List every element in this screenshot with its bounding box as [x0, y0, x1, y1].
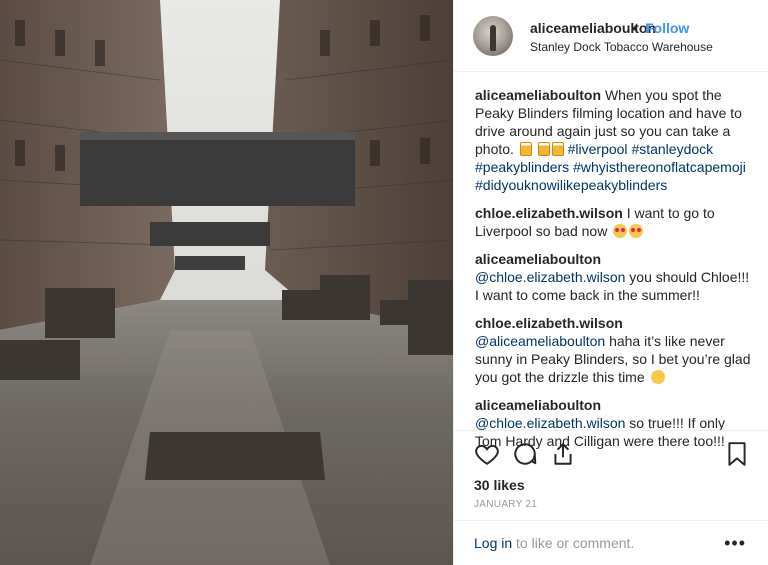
caption-username[interactable]: aliceameliaboulton	[475, 87, 601, 103]
comment-item: chloe.elizabeth.wilson I want to go to L…	[475, 204, 753, 240]
like-count[interactable]: 30 likes	[474, 477, 525, 493]
comment-username[interactable]: chloe.elizabeth.wilson	[475, 205, 623, 221]
login-prompt: Log in to like or comment.	[474, 535, 634, 551]
login-text: to like or comment.	[516, 535, 635, 551]
bookmark-icon[interactable]	[724, 441, 750, 467]
comment-item: aliceameliaboulton @chloe.elizabeth.wils…	[475, 250, 753, 304]
hashtag-link[interactable]: #peakyblinders	[475, 159, 569, 175]
comment-icon[interactable]	[512, 441, 538, 467]
comment-username[interactable]: chloe.elizabeth.wilson	[475, 315, 623, 331]
instagram-post: aliceameliaboulton • Follow Stanley Dock…	[0, 0, 768, 565]
avatar[interactable]	[473, 16, 513, 56]
share-icon[interactable]	[550, 441, 576, 467]
login-bar: Log in to like or comment. •••	[454, 520, 768, 565]
follow-button[interactable]: Follow	[645, 20, 689, 36]
post-header: aliceameliaboulton • Follow Stanley Dock…	[454, 0, 768, 72]
post-sidebar: aliceameliaboulton • Follow Stanley Dock…	[453, 0, 768, 565]
hashtag-link[interactable]: #stanleydock	[631, 141, 713, 157]
location-link[interactable]: Stanley Dock Tobacco Warehouse	[530, 40, 713, 54]
caption: aliceameliaboulton When you spot the Pea…	[475, 86, 753, 194]
comment-list: aliceameliaboulton When you spot the Pea…	[475, 86, 753, 460]
beer-emoji-icon	[551, 142, 564, 156]
comment-username[interactable]: aliceameliaboulton	[475, 251, 601, 267]
hashtag-link[interactable]: #liverpool	[568, 141, 628, 157]
hashtag-link[interactable]: #whyisthereonoflatcapemoji	[573, 159, 746, 175]
heart-icon[interactable]	[474, 441, 500, 467]
post-date: JANUARY 21	[474, 499, 538, 510]
login-link[interactable]: Log in	[474, 535, 512, 551]
mention-link[interactable]: @chloe.elizabeth.wilson	[475, 269, 625, 285]
header-username[interactable]: aliceameliaboulton	[530, 20, 656, 36]
comment-item: chloe.elizabeth.wilson @aliceameliaboult…	[475, 314, 753, 386]
header-separator: •	[632, 20, 637, 36]
post-photo[interactable]	[0, 0, 453, 565]
beer-emoji-icon	[537, 142, 550, 156]
hashtag-link[interactable]: #didyouknowilikepeakyblinders	[475, 177, 667, 193]
warehouse-photo	[0, 0, 453, 565]
mention-link[interactable]: @aliceameliaboulton	[475, 333, 605, 349]
more-options-icon[interactable]: •••	[724, 533, 746, 554]
beer-emoji-icon	[519, 142, 532, 156]
comment-username[interactable]: aliceameliaboulton	[475, 397, 601, 413]
mention-link[interactable]: @chloe.elizabeth.wilson	[475, 415, 625, 431]
grinning-emoji-icon	[650, 370, 665, 384]
heart-eyes-emoji-icon	[629, 224, 644, 238]
heart-eyes-emoji-icon	[613, 224, 628, 238]
